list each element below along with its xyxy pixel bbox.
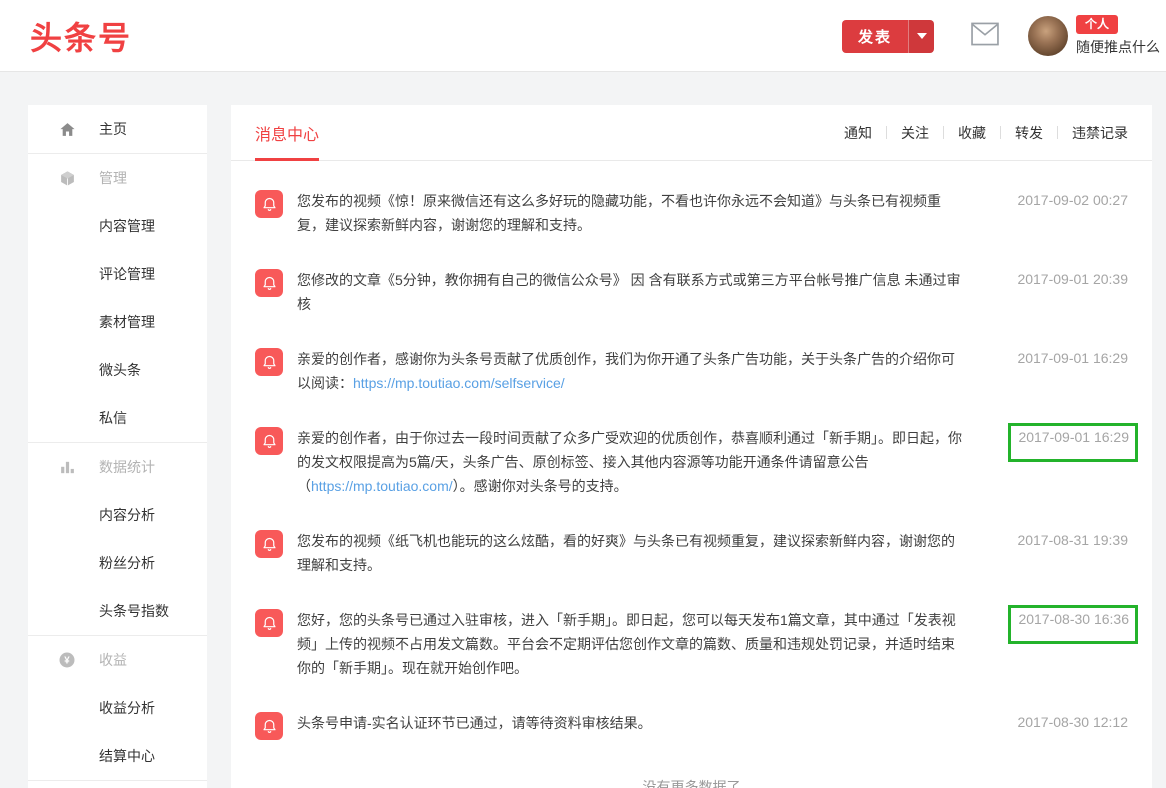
publish-button-label[interactable]: 发表 [842,20,908,53]
filter-link-0[interactable]: 通知 [830,123,886,143]
sidebar-item-manage: 管理 [28,154,207,202]
sidebar-item-data-stats: 数据统计 [28,443,207,491]
message-text-part: 您发布的视频《惊！原来微信还有这么多好玩的隐藏功能，不看也许你永远不会知道》与头… [297,193,941,233]
sidebar-item-label: 主页 [99,119,127,139]
message-tabbar: 消息中心 通知关注收藏转发违禁记录 [231,105,1152,161]
bell-icon [255,269,283,297]
message-link[interactable]: https://mp.toutiao.com/ [311,478,453,494]
no-more-data-text: 没有更多数据了 [231,771,1152,788]
message-text-part: ）。感谢你对头条号的支持。 [453,478,628,494]
mail-button[interactable] [970,22,1000,51]
sidebar-nav: 主页管理内容管理评论管理素材管理微头条私信数据统计内容分析粉丝分析头条号指数 ¥ 收… [28,105,207,788]
publish-dropdown-toggle[interactable] [908,20,934,53]
svg-text:¥: ¥ [64,655,70,666]
filter-link-4[interactable]: 违禁记录 [1058,123,1128,143]
sidebar-item-label: 数据统计 [99,457,155,477]
sidebar-item-content-analysis[interactable]: 内容分析 [28,491,207,539]
message-row: 头条号申请-实名认证环节已通过，请等待资料审核结果。 2017-08-30 12:… [255,711,1128,740]
sidebar-item-settlement[interactable]: 结算中心 [28,732,207,780]
message-text-part: 您发布的视频《纸飞机也能玩的这么炫酷，看的好爽》与头条已有视频重复，建议探索新鲜… [297,533,955,573]
sidebar-item-material-manage[interactable]: 素材管理 [28,298,207,346]
bell-icon [255,427,283,455]
message-row: 您发布的视频《惊！原来微信还有这么多好玩的隐藏功能，不看也许你永远不会知道》与头… [255,189,1128,237]
sidebar-item-weitoutiao[interactable]: 微头条 [28,346,207,394]
message-timestamp: 2017-09-01 20:39 [980,271,1128,287]
message-row: 您发布的视频《纸飞机也能玩的这么炫酷，看的好爽》与头条已有视频重复，建议探索新鲜… [255,529,1128,577]
filter-link-3[interactable]: 转发 [1001,123,1057,143]
user-block[interactable]: 个人 随便推点什么 [1076,15,1160,57]
message-timestamp: 2017-08-30 12:12 [980,714,1128,730]
sidebar-item-label: 粉丝分析 [99,553,155,573]
sidebar-item-revenue-analysis[interactable]: 收益分析 [28,684,207,732]
filter-link-1[interactable]: 关注 [887,123,943,143]
sidebar-divider [28,780,207,781]
sidebar-item-label: 管理 [99,168,127,188]
message-timestamp: 2017-09-01 16:29 [980,350,1128,366]
message-timestamp: 2017-09-01 16:29 [980,429,1128,462]
bar-chart-icon [58,458,76,476]
message-text-part: 您好，您的头条号已通过入驻审核，进入「新手期」。即日起，您可以每天发布1篇文章，… [297,612,956,676]
sidebar-item-toutiao-index[interactable]: 头条号指数 [28,587,207,635]
app-header: 头条号 发表 个人 随便推点什么 [0,0,1166,72]
sidebar-item-home[interactable]: 主页 [28,105,207,153]
bell-icon [255,530,283,558]
message-text: 头条号申请-实名认证环节已通过，请等待资料审核结果。 [297,711,962,735]
highlight-box: 2017-08-30 16:36 [1008,605,1138,644]
message-link[interactable]: https://mp.toutiao.com/selfservice/ [353,375,565,391]
sidebar-item-label: 收益 [99,650,127,670]
message-timestamp: 2017-08-30 16:36 [980,611,1128,644]
message-text: 您发布的视频《纸飞机也能玩的这么炫酷，看的好爽》与头条已有视频重复，建议探索新鲜… [297,529,962,577]
message-row: 亲爱的创作者，感谢你为头条号贡献了优质创作，我们为你开通了头条广告功能，关于头条… [255,347,1128,395]
mail-icon [970,22,1000,51]
highlight-box: 2017-09-01 16:29 [1008,423,1138,462]
sidebar-item-comment-manage[interactable]: 评论管理 [28,250,207,298]
message-list: 您发布的视频《惊！原来微信还有这么多好玩的隐藏功能，不看也许你永远不会知道》与头… [231,161,1152,740]
sidebar-item-label: 微头条 [99,360,141,380]
message-text-part: 您修改的文章《5分钟，教你拥有自己的微信公众号》 因 含有联系方式或第三方平台帐… [297,272,960,312]
message-text: 您修改的文章《5分钟，教你拥有自己的微信公众号》 因 含有联系方式或第三方平台帐… [297,268,962,316]
sidebar-item-label: 素材管理 [99,312,155,332]
sidebar-item-label: 内容管理 [99,216,155,236]
sidebar-item-label: 结算中心 [99,746,155,766]
message-timestamp: 2017-09-02 00:27 [980,192,1128,208]
bell-icon [255,348,283,376]
sidebar-item-content-manage[interactable]: 内容管理 [28,202,207,250]
message-row: 您好，您的头条号已通过入驻审核，进入「新手期」。即日起，您可以每天发布1篇文章，… [255,608,1128,680]
sidebar-item-fans-analysis[interactable]: 粉丝分析 [28,539,207,587]
message-text: 您好，您的头条号已通过入驻审核，进入「新手期」。即日起，您可以每天发布1篇文章，… [297,608,962,680]
message-row: 您修改的文章《5分钟，教你拥有自己的微信公众号》 因 含有联系方式或第三方平台帐… [255,268,1128,316]
account-type-badge: 个人 [1076,15,1118,34]
sidebar-item-private-msg[interactable]: 私信 [28,394,207,442]
sidebar-item-label: 头条号指数 [99,601,169,621]
user-name: 随便推点什么 [1076,37,1160,57]
sidebar-item-revenue: ¥ 收益 [28,636,207,684]
message-filters: 通知关注收藏转发违禁记录 [830,123,1128,143]
app-logo: 头条号 [30,13,132,59]
home-icon [58,120,76,138]
bell-icon [255,609,283,637]
tab-message-center[interactable]: 消息中心 [255,105,319,161]
header-right: 发表 个人 随便推点什么 [842,0,1166,72]
message-text-part: 头条号申请-实名认证环节已通过，请等待资料审核结果。 [297,715,652,731]
message-row: 亲爱的创作者，由于你过去一段时间贡献了众多广受欢迎的优质创作，恭喜顺利通过「新手… [255,426,1128,498]
sidebar-item-label: 评论管理 [99,264,155,284]
message-text: 亲爱的创作者，由于你过去一段时间贡献了众多广受欢迎的优质创作，恭喜顺利通过「新手… [297,426,962,498]
sidebar-item-label: 内容分析 [99,505,155,525]
sidebar-item-label: 收益分析 [99,698,155,718]
yen-coin-icon: ¥ [58,651,76,669]
caret-down-icon [917,33,927,39]
message-text: 亲爱的创作者，感谢你为头条号贡献了优质创作，我们为你开通了头条广告功能，关于头条… [297,347,962,395]
avatar[interactable] [1028,16,1068,56]
filter-link-2[interactable]: 收藏 [944,123,1000,143]
bell-icon [255,712,283,740]
sidebar-item-label: 私信 [99,408,127,428]
publish-button[interactable]: 发表 [842,20,934,53]
message-timestamp: 2017-08-31 19:39 [980,532,1128,548]
cube-icon [58,169,76,187]
message-text: 您发布的视频《惊！原来微信还有这么多好玩的隐藏功能，不看也许你永远不会知道》与头… [297,189,962,237]
bell-icon [255,190,283,218]
message-center-panel: 消息中心 通知关注收藏转发违禁记录 您发布的视频《惊！原来微信还有这么多好玩的隐… [231,105,1152,788]
